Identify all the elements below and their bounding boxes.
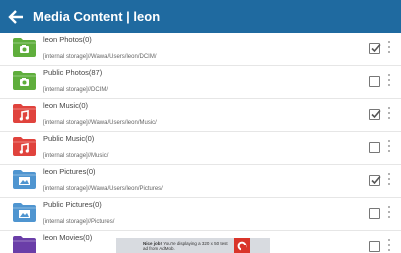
folder-name: leon Pictures(0)	[43, 167, 96, 176]
more-options-icon[interactable]	[386, 107, 392, 123]
back-button[interactable]	[3, 0, 29, 33]
media-folder-list: leon Photos(0) [internal storage]//Wawa/U…	[0, 33, 401, 253]
folder-checkbox[interactable]	[369, 241, 380, 252]
ad-logo-icon	[234, 238, 250, 253]
ad-banner-text: Nice job! You're displaying a 320 x 50 t…	[143, 241, 228, 251]
folder-checkbox[interactable]	[369, 142, 380, 153]
photos-folder-icon	[12, 37, 37, 58]
folder-name: leon Music(0)	[43, 101, 89, 110]
folder-row[interactable]: Public Music(0) [internal storage]//Music…	[0, 132, 401, 165]
folder-row[interactable]: leon Music(0) [internal storage]//Wawa/Us…	[0, 99, 401, 132]
checkmark-icon	[371, 109, 381, 119]
folder-path: [internal storage]//Wawa/Users/leon/Musi…	[43, 120, 157, 126]
folder-name: leon Photos(0)	[43, 35, 92, 44]
more-options-icon[interactable]	[386, 206, 392, 222]
ad-banner[interactable]: Nice job! You're displaying a 320 x 50 t…	[116, 238, 270, 253]
folder-checkbox[interactable]	[369, 43, 381, 54]
folder-row[interactable]: leon Pictures(0) [internal storage]//Wawa…	[0, 165, 401, 198]
more-options-icon[interactable]	[386, 41, 392, 57]
folder-name: Public Photos(87)	[43, 68, 103, 77]
pictures-folder-icon	[12, 202, 37, 223]
folder-path: [internal storage]//Pictures/	[43, 219, 115, 225]
checkmark-icon	[371, 175, 381, 185]
folder-name: Public Pictures(0)	[43, 200, 102, 209]
checkmark-icon	[371, 43, 381, 53]
pictures-folder-icon	[12, 169, 37, 190]
folder-checkbox[interactable]	[369, 109, 381, 120]
folder-path: [internal storage]//Wawa/Users/leon/DCIM…	[43, 54, 157, 60]
app-bar: Media Content | leon	[0, 0, 401, 33]
folder-name: Public Music(0)	[43, 134, 95, 143]
folder-checkbox[interactable]	[369, 175, 381, 186]
folder-name: leon Movies(0)	[43, 233, 93, 242]
music-folder-icon	[12, 103, 37, 124]
folder-row[interactable]: Public Photos(87) [internal storage]//DCI…	[0, 66, 401, 99]
folder-checkbox[interactable]	[369, 76, 380, 87]
more-options-icon[interactable]	[386, 140, 392, 156]
back-arrow-icon	[8, 9, 23, 24]
folder-path: [internal storage]//Music/	[43, 153, 109, 159]
page-title: Media Content | leon	[33, 9, 161, 24]
folder-row[interactable]: Public Pictures(0) [internal storage]//Pi…	[0, 198, 401, 231]
folder-checkbox[interactable]	[369, 208, 380, 219]
folder-path: [internal storage]//DCIM/	[43, 87, 109, 93]
more-options-icon[interactable]	[386, 239, 392, 253]
more-options-icon[interactable]	[386, 74, 392, 90]
movies-folder-icon	[12, 235, 37, 253]
photos-folder-icon	[12, 70, 37, 91]
folder-path: [internal storage]//Wawa/Users/leon/Pict…	[43, 186, 163, 192]
folder-row[interactable]: leon Photos(0) [internal storage]//Wawa/U…	[0, 33, 401, 66]
more-options-icon[interactable]	[386, 173, 392, 189]
music-folder-icon	[12, 136, 37, 157]
